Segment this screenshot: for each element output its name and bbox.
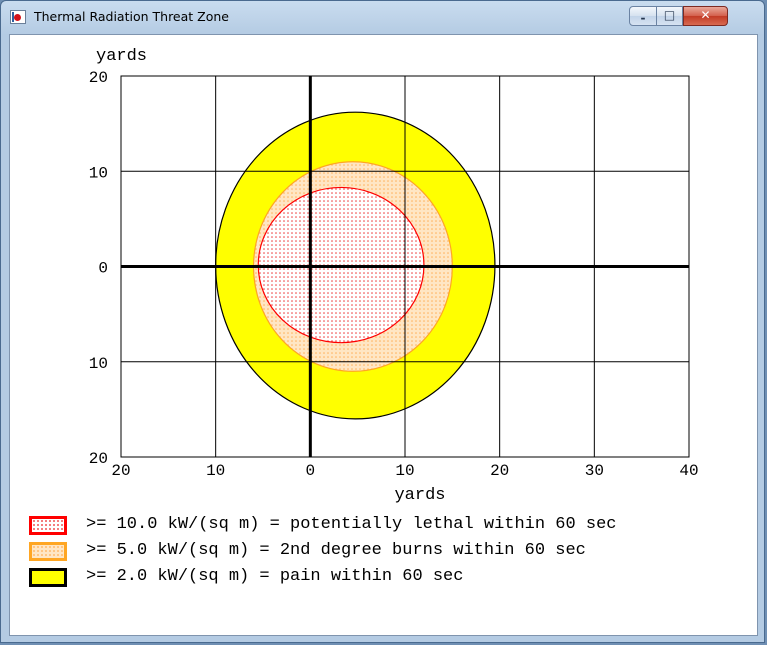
legend-swatch-pain	[29, 568, 67, 587]
x-axis-label: yards	[394, 486, 445, 505]
x-tick-label-1: 10	[206, 462, 225, 480]
x-tick-label-0: 20	[111, 462, 130, 480]
legend-label-burns: >= 5.0 kW/(sq m) = 2nd degree burns with…	[86, 541, 586, 560]
y-axis-label: yards	[96, 47, 147, 66]
threat-zone-chart: 20 10 0 10 20 30 40 20 10 0 10 20 yards yards	[89, 47, 699, 505]
app-window: Thermal Radiation Threat Zone - □ ✕ 20 1…	[0, 0, 765, 643]
minimize-button[interactable]: -	[629, 6, 657, 26]
legend-swatch-burns	[29, 542, 67, 561]
y-tick-label-3: 10	[89, 355, 108, 373]
legend-label-pain: >= 2.0 kW/(sq m) = pain within 60 sec	[86, 567, 464, 586]
close-button[interactable]: ✕	[683, 6, 728, 26]
x-tick-label-3: 10	[395, 462, 414, 480]
x-tick-label-5: 30	[585, 462, 604, 480]
app-icon[interactable]	[10, 10, 26, 24]
maximize-icon: □	[663, 8, 676, 22]
legend-swatch-lethal	[29, 516, 67, 535]
x-tick-label-4: 20	[490, 462, 509, 480]
title-bar[interactable]: Thermal Radiation Threat Zone - □ ✕	[1, 1, 764, 33]
maximize-button[interactable]: □	[656, 6, 683, 26]
minimize-icon: -	[640, 11, 646, 25]
y-tick-label-1: 10	[89, 164, 108, 182]
y-tick-label-2: 0	[98, 260, 108, 278]
x-tick-label-6: 40	[679, 462, 698, 480]
window-title: Thermal Radiation Threat Zone	[34, 9, 229, 24]
legend-label-lethal: >= 10.0 kW/(sq m) = potentially lethal w…	[86, 515, 617, 534]
client-area: 20 10 0 10 20 30 40 20 10 0 10 20 yards yards >= 10…	[9, 34, 758, 636]
y-tick-label-4: 20	[89, 450, 108, 468]
y-tick-label-0: 20	[89, 69, 108, 87]
close-icon: ✕	[700, 8, 711, 22]
x-tick-label-2: 0	[306, 462, 316, 480]
